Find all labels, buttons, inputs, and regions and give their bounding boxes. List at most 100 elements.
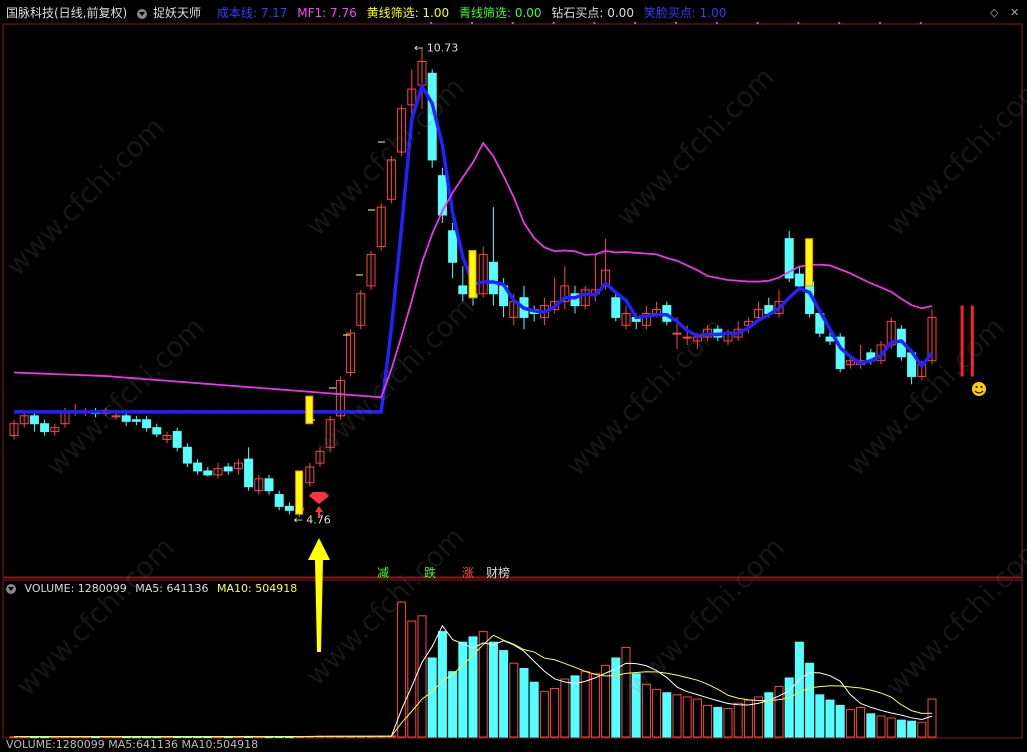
- top-signal-dot: [715, 22, 718, 24]
- signal-label: 减: [377, 566, 389, 580]
- header-item-smile: 笑脸买点: 1.00: [643, 6, 727, 20]
- volume-header-repeat: VOLUME:1280099 MA5:641136 MA10:504918: [6, 738, 259, 751]
- candle-body: [152, 427, 162, 435]
- volume-bar: [733, 702, 743, 738]
- volume-value: VOLUME: 1280099: [24, 582, 127, 595]
- candle-body: [193, 462, 203, 472]
- candle-body: [611, 297, 621, 318]
- yellow-signal-box: [295, 470, 304, 515]
- volume-bar: [509, 662, 519, 738]
- volume-bar: [672, 694, 682, 738]
- top-signal-dot: [675, 22, 677, 24]
- volume-dropdown-icon[interactable]: [6, 584, 16, 594]
- top-signal-dot: [838, 22, 841, 24]
- low-label: ← 4.76: [294, 513, 331, 526]
- volume-bar: [692, 698, 702, 738]
- top-signal-dot: [879, 22, 881, 24]
- yellow-signal-box: [468, 249, 477, 299]
- candle-body: [203, 470, 213, 476]
- volume-bar: [815, 694, 825, 738]
- volume-bar: [417, 615, 427, 738]
- diamond-icon: [309, 492, 329, 504]
- signal-label: 财榜: [486, 565, 510, 580]
- volume-bar: [621, 646, 631, 738]
- smiley-icon-eye: [980, 386, 983, 388]
- top-signal-dot: [797, 22, 800, 24]
- volume-bar: [825, 699, 835, 738]
- signal-label: 跌: [424, 565, 436, 580]
- volume-bar: [917, 721, 927, 738]
- candle-body: [284, 505, 294, 511]
- volume-bar: [427, 657, 437, 738]
- candle-body: [121, 415, 131, 422]
- close-icon[interactable]: ✕: [1010, 6, 1019, 19]
- candle-body: [794, 273, 804, 287]
- yellow-signal-box: [805, 238, 814, 287]
- header-item-cyan: 青线筛选: 0.00: [458, 6, 542, 20]
- top-signal-dot: [430, 22, 433, 24]
- red-signal-bar: [970, 305, 974, 377]
- candle-body: [682, 336, 692, 339]
- candle-body: [182, 446, 192, 464]
- candle-body: [672, 332, 682, 335]
- smiley-icon-eye: [975, 386, 978, 388]
- volume-bar: [835, 704, 845, 738]
- volume-bar: [519, 668, 529, 738]
- volume-bar: [662, 692, 672, 738]
- volume-bar: [458, 641, 468, 738]
- volume-ma10: MA10: 504918: [216, 582, 298, 595]
- high-label: ← 10.73: [414, 41, 458, 54]
- candle-body: [458, 285, 468, 295]
- volume-bar: [784, 677, 794, 738]
- stock-title[interactable]: 国脉科技(日线,前复权): [6, 6, 127, 20]
- volume-bar: [713, 706, 723, 738]
- main-header: 国脉科技(日线,前复权) 捉妖天师 成本线: 7.17 MF1: 7.76 黄线…: [6, 5, 732, 21]
- diamond-icon[interactable]: ◇: [990, 6, 998, 19]
- volume-bar: [529, 681, 539, 738]
- volume-bar: [570, 675, 580, 738]
- volume-bar: [631, 673, 641, 738]
- volume-bar: [488, 641, 498, 738]
- signal-label: 涨: [462, 565, 474, 580]
- header-item-mf1: MF1: 7.76: [297, 6, 357, 20]
- volume-bar: [794, 641, 804, 738]
- indicator-dropdown[interactable]: 捉妖天师: [137, 6, 207, 20]
- dropdown-icon[interactable]: [137, 8, 148, 19]
- candle-body: [40, 423, 50, 433]
- yellow-arrow-icon: [308, 538, 330, 652]
- volume-bar: [590, 673, 600, 738]
- volume-bar: [845, 709, 855, 738]
- header-item-diamond: 钻石买点: 0.00: [551, 6, 634, 20]
- candle-body: [172, 431, 182, 448]
- volume-bar: [550, 688, 560, 738]
- volume-header: VOLUME: 1280099 MA5: 641136 MA10: 504918: [6, 582, 302, 596]
- candle-body: [244, 458, 254, 488]
- header-item-cost: 成本线: 7.17: [216, 6, 288, 20]
- top-signal-dot: [593, 22, 596, 24]
- red-signal-bar: [960, 305, 964, 377]
- volume-bar: [652, 689, 662, 738]
- volume-bar: [866, 713, 876, 738]
- volume-bar: [907, 720, 917, 738]
- volume-ma5: MA5: 641136: [135, 582, 209, 595]
- volume-bar: [703, 704, 713, 738]
- volume-bar: [560, 678, 570, 738]
- smiley-icon: [972, 382, 986, 396]
- volume-bar: [896, 719, 906, 738]
- volume-bar: [499, 650, 509, 738]
- candle-body: [131, 419, 141, 422]
- chart-canvas[interactable]: ← 10.73 ← 4.76 减 跌 涨财榜: [0, 0, 1027, 746]
- candle-body: [274, 494, 284, 507]
- candle-body: [111, 415, 121, 418]
- volume-bar: [876, 715, 886, 738]
- cost-line: [14, 82, 934, 414]
- header-item-yellow: 黄线筛选: 1.00: [366, 6, 450, 20]
- volume-bar: [723, 708, 733, 738]
- top-signal-dot: [471, 22, 473, 24]
- volume-bar: [927, 698, 937, 738]
- candle-body: [29, 415, 39, 425]
- top-signal-dot: [552, 22, 555, 24]
- volume-bar: [682, 696, 692, 738]
- volume-bar: [886, 717, 896, 738]
- candle-body: [488, 261, 498, 295]
